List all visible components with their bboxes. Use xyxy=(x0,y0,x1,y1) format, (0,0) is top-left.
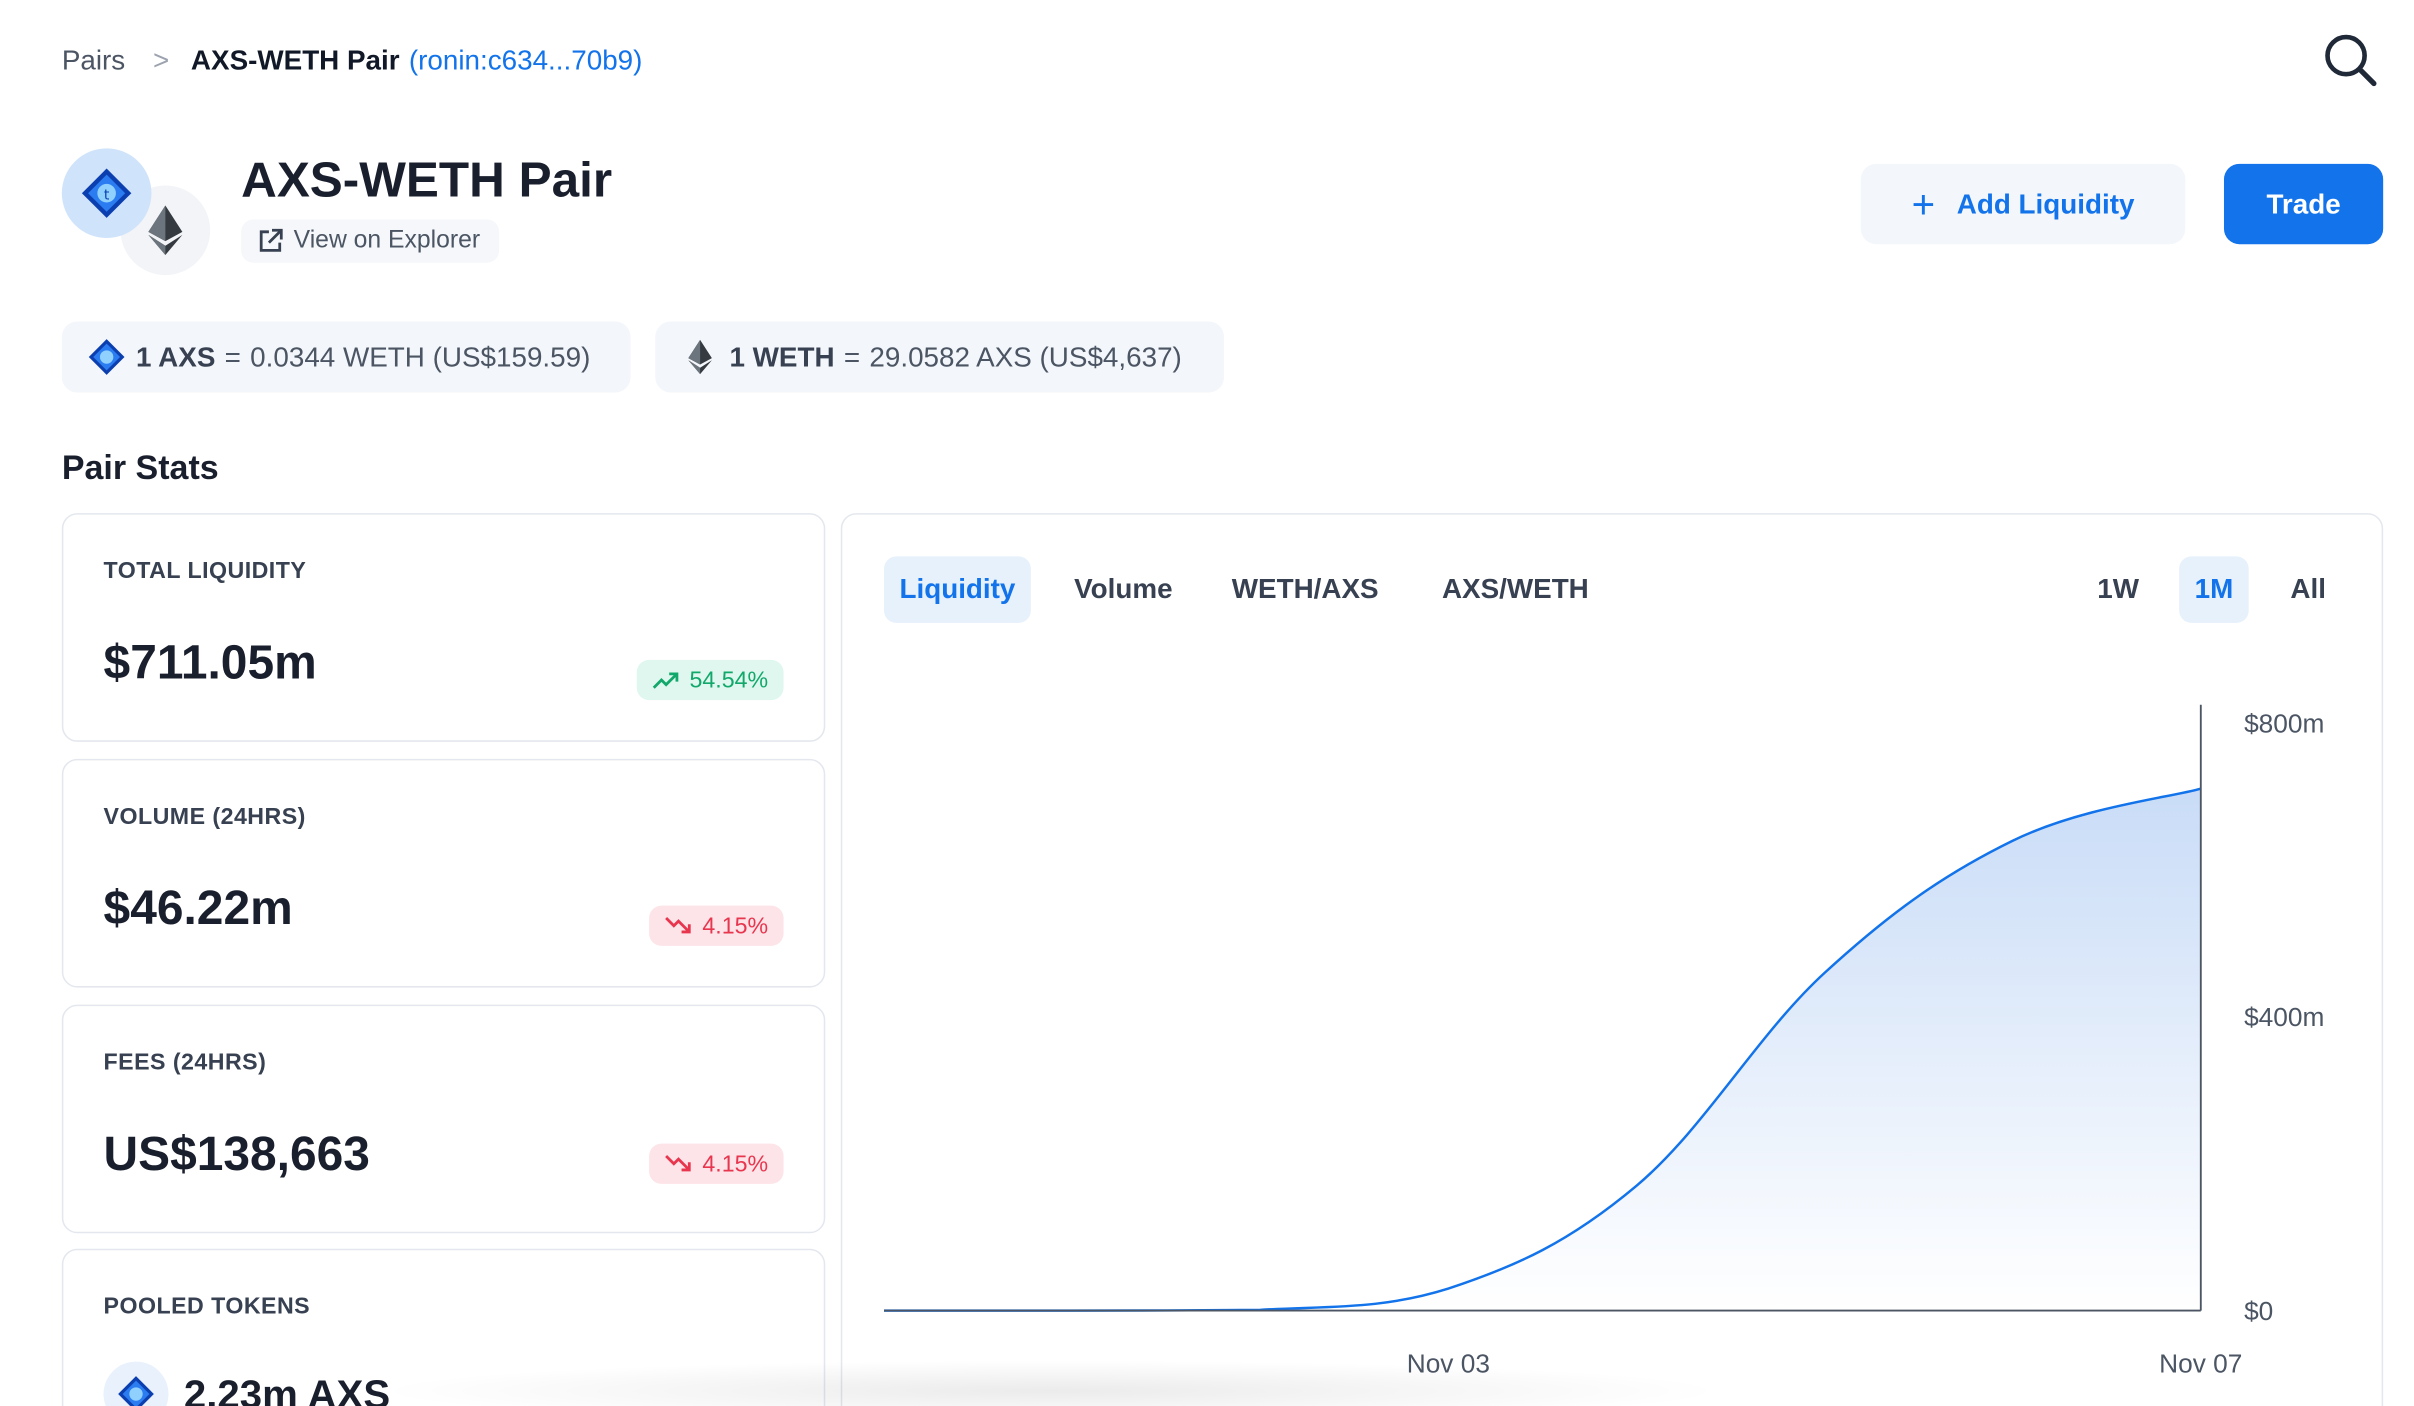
volume-change-badge: 4.15% xyxy=(649,905,784,946)
weth-rate-value: 29.0582 AXS (US$4,637) xyxy=(869,340,1182,372)
total-liquidity-label: TOTAL LIQUIDITY xyxy=(103,557,307,585)
external-link-icon xyxy=(259,228,283,252)
axs-token-icon: t xyxy=(61,148,152,239)
bottom-shadow xyxy=(370,1360,1731,1406)
axs-rate-chip: 1 AXS = 0.0344 WETH (US$159.59) xyxy=(61,321,631,393)
pooled-token-row: 2.23m AXS xyxy=(103,1361,391,1406)
pair-stats-title: Pair Stats xyxy=(61,448,219,487)
fees-label: FEES (24HRS) xyxy=(103,1049,267,1076)
search-button[interactable] xyxy=(2318,28,2380,90)
fees-card: FEES (24HRS) US$138,663 4.15% xyxy=(61,1004,826,1234)
total-liquidity-change: 54.54% xyxy=(689,666,769,694)
axs-rate-value: 0.0344 WETH (US$159.59) xyxy=(250,340,591,372)
fees-change: 4.15% xyxy=(702,1150,769,1177)
total-liquidity-change-badge: 54.54% xyxy=(636,659,784,701)
weth-rate-unit: 1 WETH xyxy=(729,340,835,372)
y-tick-label: $0 xyxy=(2244,1296,2273,1326)
plus-icon: + xyxy=(1911,180,1936,228)
volume-card: VOLUME (24HRS) $46.22m 4.15% xyxy=(61,758,826,988)
view-on-explorer-link[interactable]: View on Explorer xyxy=(241,219,499,263)
trade-button[interactable]: Trade xyxy=(2223,163,2384,245)
view-on-explorer-label: View on Explorer xyxy=(293,227,481,254)
breadcrumb-separator-icon: > xyxy=(153,44,170,75)
pooled-axs-amount: 2.23m AXS xyxy=(183,1370,391,1406)
trend-up-icon xyxy=(652,672,679,689)
chart-card: Liquidity Volume WETH/AXS AXS/WETH 1W 1M… xyxy=(840,513,2384,1406)
volume-label: VOLUME (24HRS) xyxy=(103,803,306,830)
weth-token-icon xyxy=(688,339,712,375)
search-icon xyxy=(2325,34,2377,87)
weth-rate-equals: = xyxy=(843,340,861,372)
page-root: Pairs > AXS-WETH Pair (ronin:c634...70b9… xyxy=(0,0,2414,1406)
fees-change-badge: 4.15% xyxy=(649,1143,784,1184)
axs-token-icon xyxy=(103,1361,169,1406)
axs-rate-equals: = xyxy=(224,340,241,372)
pair-token-icons: t xyxy=(61,148,217,278)
total-liquidity-card: TOTAL LIQUIDITY $711.05m 54.54% xyxy=(61,513,826,742)
svg-text:t: t xyxy=(104,187,110,203)
y-tick-label: $400m xyxy=(2244,1002,2324,1032)
axs-token-icon xyxy=(88,339,125,375)
x-tick-label: Nov 07 xyxy=(2159,1348,2242,1378)
pooled-tokens-label: POOLED TOKENS xyxy=(103,1293,311,1320)
axs-rate-unit: 1 AXS xyxy=(136,340,216,372)
page-title: AXS-WETH Pair xyxy=(241,151,613,208)
breadcrumb-address-link[interactable]: (ronin:c634...70b9) xyxy=(409,44,643,76)
weth-rate-chip: 1 WETH = 29.0582 AXS (US$4,637) xyxy=(655,321,1225,393)
fees-value: US$138,663 xyxy=(103,1126,370,1181)
total-liquidity-value: $711.05m xyxy=(103,635,317,690)
breadcrumb-current: AXS-WETH Pair xyxy=(190,44,400,75)
volume-change: 4.15% xyxy=(702,912,769,939)
add-liquidity-label: Add Liquidity xyxy=(1956,187,2135,219)
add-liquidity-button[interactable]: + Add Liquidity xyxy=(1860,163,2186,245)
trend-down-icon xyxy=(665,917,692,934)
liquidity-chart: $0$400m$800mNov 03Nov 07 xyxy=(884,704,2324,1378)
breadcrumb: Pairs > AXS-WETH Pair (ronin:c634...70b9… xyxy=(62,40,643,80)
liquidity-area-fill xyxy=(884,788,2201,1311)
volume-value: $46.22m xyxy=(103,880,293,936)
breadcrumb-pairs-link[interactable]: Pairs xyxy=(62,44,125,76)
y-tick-label: $800m xyxy=(2244,709,2324,739)
trend-down-icon xyxy=(665,1155,692,1172)
